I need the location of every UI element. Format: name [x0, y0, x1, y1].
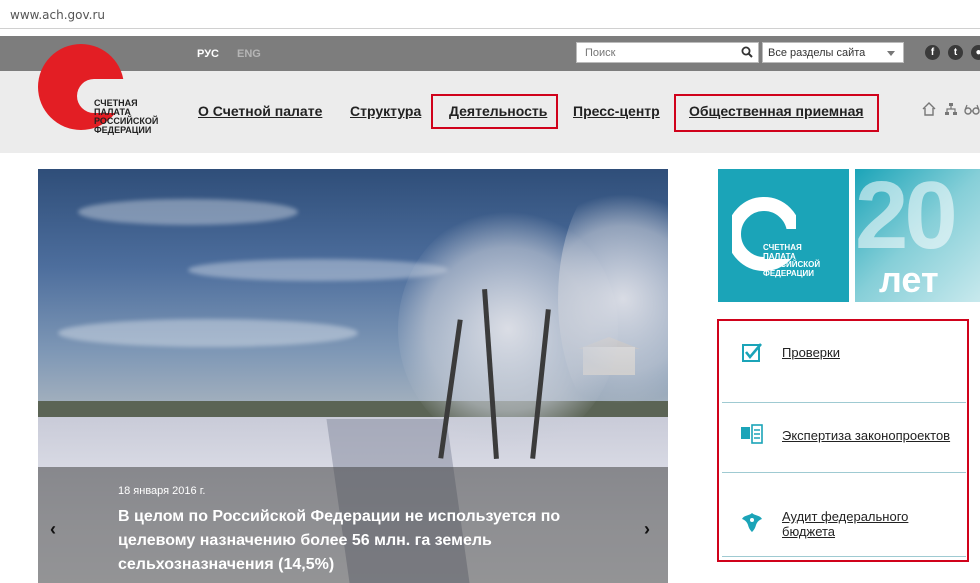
- next-arrow-icon[interactable]: ›: [644, 519, 650, 540]
- side-divider: [722, 556, 966, 557]
- url-text[interactable]: www.ach.gov.ru: [10, 8, 105, 22]
- nav-structure[interactable]: Структура: [350, 103, 421, 119]
- section-select[interactable]: Все разделы сайта: [762, 42, 904, 63]
- link-bill-expertise[interactable]: Экспертиза законопроектов: [782, 428, 950, 443]
- anniversary-logo-panel: СЧЕТНАЯ ПАЛАТА РОССИЙСКОЙ ФЕДЕРАЦИИ: [718, 169, 849, 302]
- highlight-activity: [431, 94, 558, 129]
- section-select-value: Все разделы сайта: [768, 47, 866, 59]
- anniversary-logo-text: СЧЕТНАЯ ПАЛАТА РОССИЙСКОЙ ФЕДЕРАЦИИ: [763, 243, 821, 278]
- news-date: 18 января 2016 г.: [118, 485, 206, 497]
- hero-slider[interactable]: ‹ 18 января 2016 г. В целом по Российско…: [38, 169, 668, 583]
- link-audits[interactable]: Проверки: [782, 345, 840, 360]
- sitemap-icon[interactable]: [944, 102, 958, 116]
- search-icon[interactable]: [741, 46, 753, 58]
- hero-cloud: [78, 199, 298, 225]
- anniversary-banner[interactable]: СЧЕТНАЯ ПАЛАТА РОССИЙСКОЙ ФЕДЕРАЦИИ 20 л…: [718, 169, 980, 302]
- news-title[interactable]: В целом по Российской Федерации не испол…: [118, 505, 578, 577]
- home-icon[interactable]: [922, 102, 936, 116]
- facebook-icon[interactable]: f: [925, 45, 940, 60]
- hero-caption[interactable]: ‹ 18 января 2016 г. В целом по Российско…: [38, 467, 668, 583]
- browser-address-bar[interactable]: www.ach.gov.ru: [0, 0, 980, 29]
- glasses-icon[interactable]: [964, 102, 980, 116]
- logo-text[interactable]: СЧЕТНАЯ ПАЛАТА РОССИЙСКОЙ ФЕДЕРАЦИИ: [94, 99, 174, 135]
- lang-en-link[interactable]: ENG: [237, 48, 261, 60]
- eagle-icon: [742, 513, 762, 532]
- checkbox-icon: [742, 343, 762, 362]
- search-input[interactable]: [577, 43, 737, 63]
- anniversary-number: 20: [855, 169, 958, 269]
- anniversary-suffix: лет: [879, 259, 939, 300]
- highlight-public-reception: [674, 94, 879, 132]
- chevron-down-icon: [887, 51, 895, 56]
- nav-press-center[interactable]: Пресс-центр: [573, 103, 660, 119]
- search-box[interactable]: [576, 42, 759, 63]
- side-divider: [722, 402, 966, 403]
- social-icon[interactable]: ●: [971, 45, 980, 60]
- anniversary-20-panel: 20 лет: [855, 169, 980, 302]
- twitter-icon[interactable]: t: [948, 45, 963, 60]
- prev-arrow-icon[interactable]: ‹: [50, 519, 56, 540]
- side-divider: [722, 472, 966, 473]
- nav-about[interactable]: О Счетной палате: [198, 103, 322, 119]
- lang-ru-link[interactable]: РУС: [197, 48, 219, 60]
- hero-cloud: [58, 319, 358, 347]
- link-federal-budget-audit[interactable]: Аудит федерального бюджета: [782, 509, 942, 539]
- documents-icon: [741, 424, 763, 444]
